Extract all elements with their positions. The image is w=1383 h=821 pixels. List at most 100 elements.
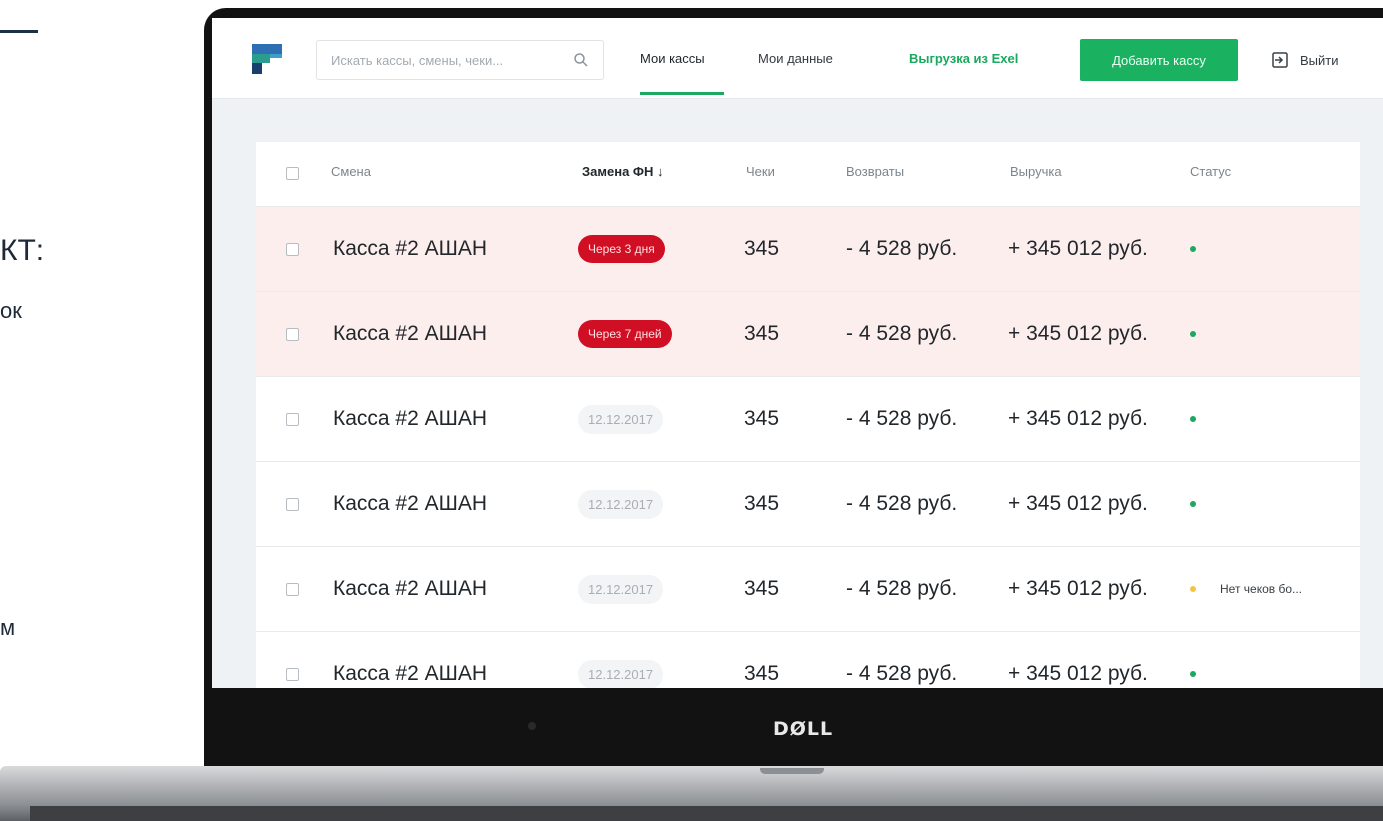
logout-label: Выйти xyxy=(1300,52,1339,68)
table-row[interactable]: Касса #2 АШАН Через 7 дней 345 - 4 528 руб.… xyxy=(256,292,1360,377)
register-name-cell: Касса #2 АШАН xyxy=(333,207,487,291)
app-screen: Искать кассы, смены, чеки... Мои кассы М… xyxy=(212,18,1383,688)
checks-count-cell: 345 xyxy=(744,207,779,291)
revenue-amount: + 345 012 руб. xyxy=(1008,322,1148,345)
column-header-checks[interactable]: Чеки xyxy=(746,164,775,179)
checks-count-cell: 345 xyxy=(744,292,779,376)
checks-count-cell: 345 xyxy=(744,547,779,631)
row-checkbox[interactable] xyxy=(286,413,299,426)
register-name: Касса #2 АШАН xyxy=(333,237,488,260)
column-header-returns[interactable]: Возвраты xyxy=(846,164,904,179)
register-name-cell: Касса #2 АШАН xyxy=(333,462,487,546)
status-dot-icon xyxy=(1190,501,1196,507)
laptop-brand-logo: DØLL xyxy=(773,718,834,740)
status-dot-icon xyxy=(1190,331,1196,337)
revenue-amount-cell: + 345 012 руб. xyxy=(1008,632,1148,688)
fn-replacement-badge: 12.12.2017 xyxy=(578,659,664,688)
revenue-amount: + 345 012 руб. xyxy=(1008,492,1148,515)
row-checkbox[interactable] xyxy=(286,583,299,596)
register-name-cell: Касса #2 АШАН xyxy=(333,292,487,376)
register-name-cell: Касса #2 АШАН xyxy=(333,377,487,461)
revenue-amount-cell: + 345 012 руб. xyxy=(1008,462,1148,546)
revenue-amount: + 345 012 руб. xyxy=(1008,237,1148,260)
row-checkbox[interactable] xyxy=(286,668,299,681)
fn-replacement-badge-cell: 12.12.2017 xyxy=(578,462,664,546)
fn-replacement-badge-cell: 12.12.2017 xyxy=(578,547,664,631)
checks-count: 345 xyxy=(744,237,780,260)
fn-replacement-badge-cell: Через 3 дня xyxy=(578,207,665,291)
returns-amount-cell: - 4 528 руб. xyxy=(846,547,957,631)
slide-accent-bar xyxy=(0,30,38,33)
revenue-amount: + 345 012 руб. xyxy=(1008,662,1148,685)
nav-my-data[interactable]: Мои данные xyxy=(758,51,833,66)
status-dot-icon xyxy=(1190,416,1196,422)
register-name-cell: Касса #2 АШАН xyxy=(333,632,487,688)
table-row[interactable]: Касса #2 АШАН Через 3 дня 345 - 4 528 руб. +… xyxy=(256,207,1360,292)
returns-amount: - 4 528 руб. xyxy=(846,577,958,600)
logout-button[interactable]: Выйти xyxy=(1270,50,1339,70)
column-header-fn-replacement[interactable]: Замена ФН ↓ xyxy=(582,164,664,179)
status-cell xyxy=(1190,462,1196,546)
fn-replacement-badge: 12.12.2017 xyxy=(578,574,664,604)
slide-text-fragment: ок xyxy=(0,298,22,323)
search-icon[interactable] xyxy=(573,52,589,68)
status-cell xyxy=(1190,632,1196,688)
register-name: Касса #2 АШАН xyxy=(333,492,488,515)
fn-replacement-badge: 12.12.2017 xyxy=(578,404,664,434)
register-name: Касса #2 АШАН xyxy=(333,322,488,345)
fn-replacement-badge: Через 3 дня xyxy=(578,235,665,263)
row-checkbox[interactable] xyxy=(286,328,299,341)
add-register-button[interactable]: Добавить кассу xyxy=(1080,39,1238,81)
table-row[interactable]: Касса #2 АШАН 12.12.2017 345 - 4 528 руб. + … xyxy=(256,632,1360,688)
app-logo-icon xyxy=(252,44,282,74)
webcam-icon xyxy=(528,722,536,730)
checks-count: 345 xyxy=(744,407,780,430)
checks-count: 345 xyxy=(744,662,780,685)
returns-amount-cell: - 4 528 руб. xyxy=(846,377,957,461)
register-name: Касса #2 АШАН xyxy=(333,662,488,685)
revenue-amount: + 345 012 руб. xyxy=(1008,577,1148,600)
returns-amount-cell: - 4 528 руб. xyxy=(846,207,957,291)
column-header-revenue[interactable]: Выручка xyxy=(1010,164,1062,179)
status-dot-icon xyxy=(1190,586,1196,592)
fn-replacement-badge: Через 7 дней xyxy=(578,320,672,348)
revenue-amount-cell: + 345 012 руб. xyxy=(1008,377,1148,461)
checks-count: 345 xyxy=(744,492,780,515)
returns-amount: - 4 528 руб. xyxy=(846,662,958,685)
register-name-cell: Касса #2 АШАН xyxy=(333,547,487,631)
revenue-amount-cell: + 345 012 руб. xyxy=(1008,547,1148,631)
laptop-base-edge xyxy=(30,806,1383,821)
fn-replacement-badge-cell: 12.12.2017 xyxy=(578,377,664,461)
nav-my-registers[interactable]: Мои кассы xyxy=(640,51,705,66)
status-cell xyxy=(1190,292,1196,376)
checks-count-cell: 345 xyxy=(744,462,779,546)
status-dot-icon xyxy=(1190,671,1196,677)
search-input[interactable]: Искать кассы, смены, чеки... xyxy=(316,40,604,80)
select-all-checkbox[interactable] xyxy=(286,167,299,180)
register-name: Касса #2 АШАН xyxy=(333,407,488,430)
returns-amount-cell: - 4 528 руб. xyxy=(846,292,957,376)
table-row[interactable]: Касса #2 АШАН 12.12.2017 345 - 4 528 руб. + … xyxy=(256,377,1360,462)
table-row[interactable]: Касса #2 АШАН 12.12.2017 345 - 4 528 руб. + … xyxy=(256,547,1360,632)
returns-amount-cell: - 4 528 руб. xyxy=(846,632,957,688)
row-checkbox[interactable] xyxy=(286,498,299,511)
export-excel-link[interactable]: Выгрузка из Exel xyxy=(909,51,1018,66)
row-checkbox[interactable] xyxy=(286,243,299,256)
status-cell xyxy=(1190,207,1196,291)
top-navigation-bar: Искать кассы, смены, чеки... Мои кассы М… xyxy=(212,18,1383,99)
returns-amount: - 4 528 руб. xyxy=(846,492,958,515)
table-row[interactable]: Касса #2 АШАН 12.12.2017 345 - 4 528 руб. + … xyxy=(256,462,1360,547)
checks-count: 345 xyxy=(744,577,780,600)
revenue-amount-cell: + 345 012 руб. xyxy=(1008,207,1148,291)
column-header-status[interactable]: Статус xyxy=(1190,164,1231,179)
column-header-shift[interactable]: Смена xyxy=(331,164,371,179)
checks-count: 345 xyxy=(744,322,780,345)
register-name: Касса #2 АШАН xyxy=(333,577,488,600)
returns-amount: - 4 528 руб. xyxy=(846,237,958,260)
returns-amount: - 4 528 руб. xyxy=(846,407,958,430)
registers-table: Смена Замена ФН ↓ Чеки Возвраты Выручка … xyxy=(256,142,1360,688)
revenue-amount: + 345 012 руб. xyxy=(1008,407,1148,430)
checks-count-cell: 345 xyxy=(744,377,779,461)
fn-replacement-badge: 12.12.2017 xyxy=(578,489,664,519)
slide-text-fragment: м xyxy=(0,615,16,640)
